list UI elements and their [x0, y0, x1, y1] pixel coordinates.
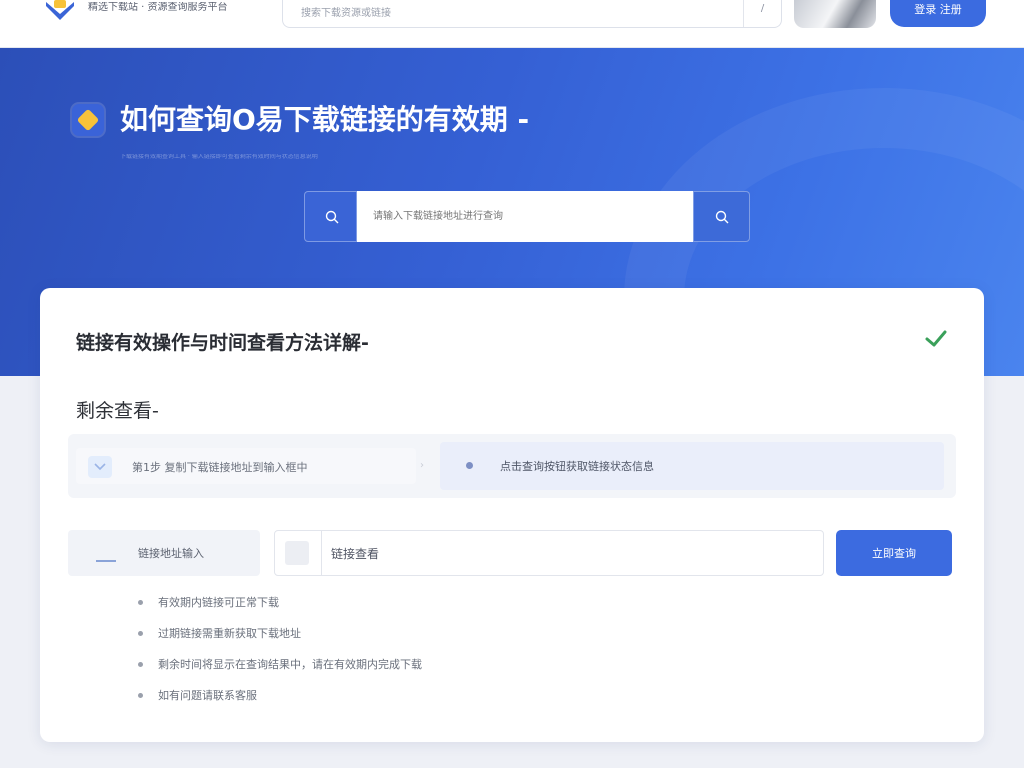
list-item: 有效期内链接可正常下载: [136, 594, 636, 625]
search-input[interactable]: [357, 191, 693, 242]
chevron-down-icon: [88, 456, 112, 478]
bullet-dot-icon: [466, 462, 473, 469]
check-icon: [925, 330, 947, 347]
link-field-label: 链接地址输入: [138, 547, 204, 560]
link-field-label-box[interactable]: 链接地址输入: [68, 530, 260, 576]
page-title: 如何查询O易下载链接的有效期 -: [120, 103, 530, 136]
step-one-text: 第1步 复制下载链接地址到输入框中: [132, 461, 308, 474]
underline-icon: [96, 546, 116, 562]
search-icon: [715, 210, 729, 224]
page-subtitle: 下载链接有效期查询工具 · 输入链接即可查看剩余有效时间与状态信息说明: [120, 154, 318, 160]
brand-text: 精选下载站 · 资源查询服务平台: [88, 2, 228, 13]
query-button[interactable]: 立即查询: [836, 530, 952, 576]
file-icon: [285, 541, 309, 565]
link-input-field[interactable]: 链接查看: [274, 530, 824, 576]
logo-icon[interactable]: [42, 0, 78, 28]
divider: [321, 531, 322, 575]
tips-list: 有效期内链接可正常下载 过期链接需重新获取下载地址 剩余时间将显示在查询结果中，…: [136, 594, 636, 718]
search-button[interactable]: [693, 191, 750, 242]
list-item: 如有问题请联系客服: [136, 687, 636, 718]
chevron-right-icon: ›: [420, 460, 424, 471]
section-title: 剩余查看-: [76, 400, 159, 422]
list-item: 剩余时间将显示在查询结果中，请在有效期内完成下载: [136, 656, 636, 687]
content-card: 链接有效操作与时间查看方法详解- 剩余查看- 第1步 复制下载链接地址到输入框中…: [40, 288, 984, 742]
top-search-placeholder: 搜索下载资源或链接: [301, 8, 391, 19]
top-bar: 精选下载站 · 资源查询服务平台 搜索下载资源或链接 / 登录 注册: [0, 0, 1024, 48]
link-input-text: 链接查看: [331, 547, 380, 561]
top-search-box[interactable]: 搜索下载资源或链接 /: [282, 0, 782, 28]
search-icon: [325, 210, 339, 224]
login-button[interactable]: 登录 注册: [890, 0, 986, 27]
list-item: 过期链接需重新获取下载地址: [136, 625, 636, 656]
step-two[interactable]: 点击查询按钮获取链接状态信息: [440, 442, 944, 490]
step-two-text: 点击查询按钮获取链接状态信息: [500, 460, 654, 473]
avatar[interactable]: [794, 0, 876, 28]
search-shortcut-key: /: [743, 0, 781, 27]
step-one[interactable]: 第1步 复制下载链接地址到输入框中: [76, 448, 416, 484]
steps-row: 第1步 复制下载链接地址到输入框中 › 点击查询按钮获取链接状态信息: [68, 434, 956, 498]
card-title: 链接有效操作与时间查看方法详解-: [76, 332, 369, 354]
hero-search: [304, 191, 750, 242]
diamond-icon: [72, 104, 104, 136]
search-icon-left: [304, 191, 357, 242]
